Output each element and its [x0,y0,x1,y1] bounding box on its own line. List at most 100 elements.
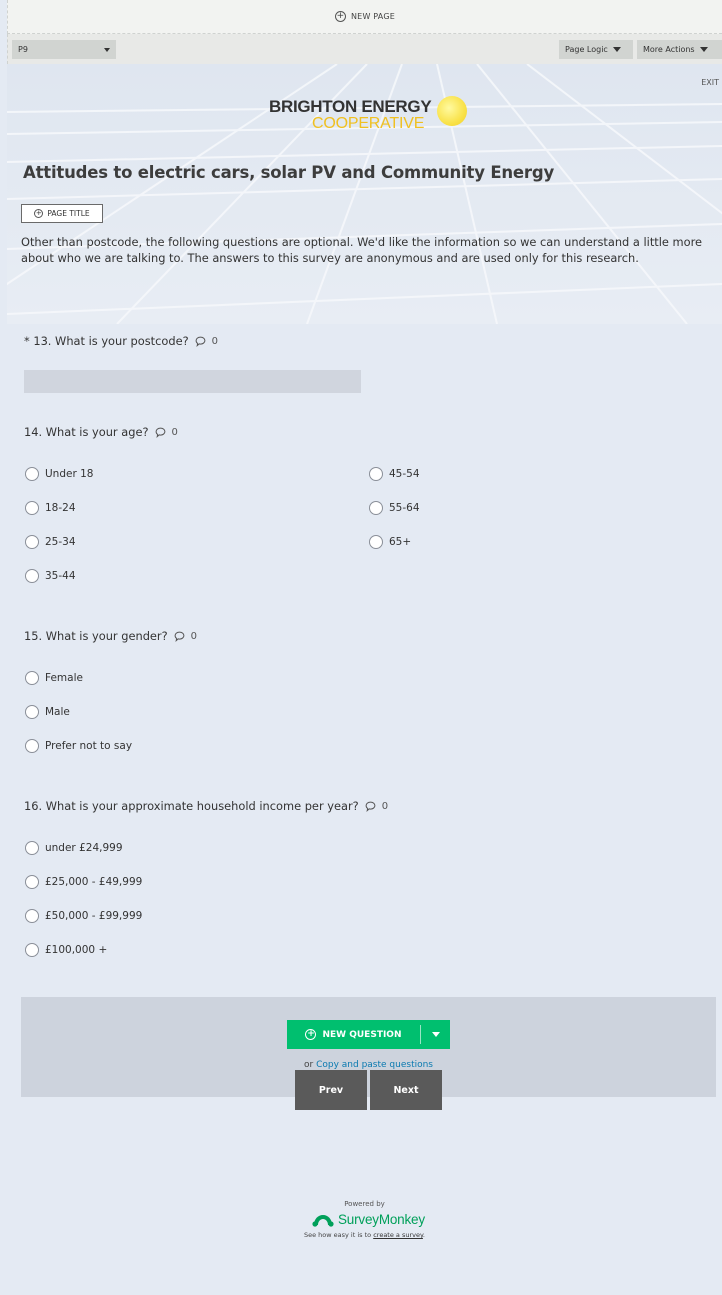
age-option[interactable]: 18-24 [25,501,76,515]
radio-button[interactable] [25,501,39,515]
postcode-input[interactable] [24,370,361,393]
radio-button[interactable] [25,467,39,481]
surveymonkey-logo[interactable]: SurveyMonkey [312,1212,425,1227]
radio-button[interactable] [25,739,39,753]
option-label: 45-54 [389,468,420,480]
new-question-button[interactable]: + NEW QUESTION [287,1020,450,1049]
prev-button[interactable]: Prev [295,1070,367,1110]
gender-option[interactable]: Male [25,705,70,719]
tagline-suffix: . [422,1231,425,1239]
option-label: 35-44 [45,570,76,582]
question-16-title[interactable]: 16. What is your approximate household i… [24,799,388,813]
option-label: £25,000 - £49,999 [45,876,143,888]
brighton-energy-logo: BRIGHTON ENERGY COOPERATIVE [269,94,469,134]
page-logic-label: Page Logic [565,45,608,54]
survey-page: EXIT BRIGHTON ENERGY COOPERATIVE Attitud… [7,64,722,1295]
option-label: £50,000 - £99,999 [45,910,143,922]
exit-link[interactable]: EXIT [701,78,719,87]
question-13-title[interactable]: * 13. What is your postcode? 0 [24,334,218,348]
radio-button[interactable] [25,841,39,855]
age-option[interactable]: 45-54 [369,467,420,481]
option-label: under £24,999 [45,842,123,854]
radio-button[interactable] [369,467,383,481]
comment-count[interactable]: 0 [195,336,218,347]
option-label: Female [45,672,83,684]
age-option[interactable]: 55-64 [369,501,420,515]
option-label: Prefer not to say [45,740,133,752]
income-option[interactable]: £25,000 - £49,999 [25,875,142,889]
new-question-panel: + NEW QUESTION or Copy and paste questio… [21,997,716,1097]
plus-circle-icon: + [34,209,44,218]
option-label: 55-64 [389,502,420,514]
plus-circle-icon: + [305,1029,317,1040]
gender-option[interactable]: Prefer not to say [25,739,132,753]
question-14-title[interactable]: 14. What is your age? 0 [24,425,178,439]
radio-button[interactable] [25,705,39,719]
caret-down-icon [431,1032,440,1037]
radio-button[interactable] [25,909,39,923]
more-actions-label: More Actions [643,45,695,54]
copy-paste-line: or Copy and paste questions [21,1060,716,1070]
question-15-title[interactable]: 15. What is your gender? 0 [24,629,197,643]
radio-button[interactable] [369,501,383,515]
new-page-label: NEW PAGE [351,12,395,21]
question-title-text: 14. What is your age? [24,425,149,439]
surveymonkey-icon [312,1214,334,1227]
caret-down-icon [699,47,708,52]
more-actions-button[interactable]: More Actions [637,40,722,59]
survey-title[interactable]: Attitudes to electric cars, solar PV and… [23,163,554,182]
comment-count[interactable]: 0 [365,801,388,812]
speech-bubble-icon [195,336,206,347]
page-description[interactable]: Other than postcode, the following quest… [21,235,711,266]
new-page-bar: + NEW PAGE [7,0,722,34]
option-label: 65+ [389,536,412,548]
option-label: £100,000 + [45,944,108,956]
option-label: Under 18 [45,468,94,480]
copy-paste-link[interactable]: Copy and paste questions [316,1060,433,1070]
speech-bubble-icon [174,631,185,642]
page-select[interactable]: P9 [12,40,116,59]
caret-down-icon [612,47,621,52]
age-option[interactable]: 65+ [369,535,411,549]
logo-line-1: BRIGHTON ENERGY [269,97,432,116]
question-title-text: * 13. What is your postcode? [24,334,189,348]
age-option[interactable]: Under 18 [25,467,93,481]
income-option[interactable]: £100,000 + [25,943,107,957]
option-label: 25-34 [45,536,76,548]
income-option[interactable]: £50,000 - £99,999 [25,909,142,923]
option-label: 18-24 [45,502,76,514]
comment-count[interactable]: 0 [155,427,178,438]
radio-button[interactable] [369,535,383,549]
new-page-button[interactable]: + NEW PAGE [335,11,395,22]
radio-button[interactable] [25,943,39,957]
comment-count[interactable]: 0 [174,631,197,642]
age-option[interactable]: 25-34 [25,535,76,549]
plus-circle-icon: + [335,11,346,22]
new-question-main[interactable]: + NEW QUESTION [287,1020,420,1049]
sun-icon [437,96,467,126]
option-label: Male [45,706,70,718]
new-question-label: NEW QUESTION [322,1029,402,1040]
comment-count-value: 0 [381,800,389,812]
gender-option[interactable]: Female [25,671,83,685]
question-title-text: 15. What is your gender? [24,629,168,643]
radio-button[interactable] [25,671,39,685]
next-button[interactable]: Next [370,1070,442,1110]
income-option[interactable]: under £24,999 [25,841,123,855]
surveymonkey-name: SurveyMonkey [338,1212,425,1227]
new-question-dropdown[interactable] [421,1020,450,1049]
chevron-down-icon [104,47,110,52]
age-option[interactable]: 35-44 [25,569,76,583]
page-title-button[interactable]: + PAGE TITLE [21,204,103,223]
powered-by: Powered by [344,1200,385,1208]
radio-button[interactable] [25,535,39,549]
create-survey-link[interactable]: create a survey [373,1231,423,1239]
radio-button[interactable] [25,569,39,583]
page-title-label: PAGE TITLE [47,209,90,218]
comment-count-value: 0 [190,630,198,642]
radio-button[interactable] [25,875,39,889]
page-toolbar: P9 Page Logic More Actions [7,34,722,64]
speech-bubble-icon [155,427,165,438]
page-logic-button[interactable]: Page Logic [559,40,633,59]
copy-prefix: or [304,1060,314,1070]
